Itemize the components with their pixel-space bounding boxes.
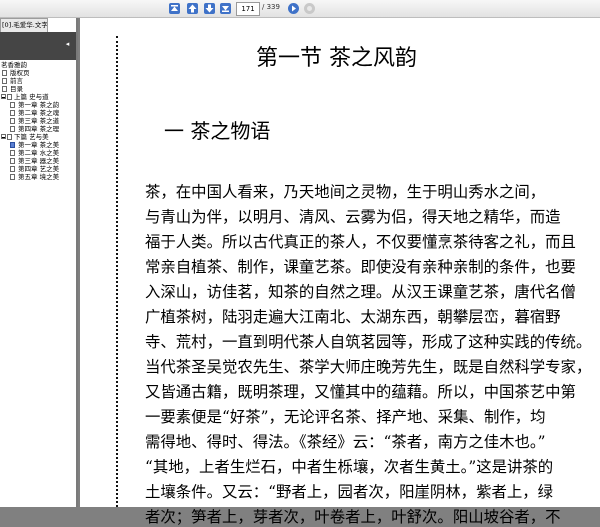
page-icon	[10, 110, 15, 116]
tree-item[interactable]: 第一章 茶之韵	[0, 101, 76, 109]
tree-item-label: 上篇 史与道	[14, 93, 49, 101]
page-icon	[7, 134, 12, 140]
body-line: 广植茶树，陆羽走遍大江南北、太湖东西，朝攀层峦，暮宿野	[145, 308, 561, 326]
collapse-toggle-icon[interactable]	[1, 134, 6, 139]
tree-item-selected[interactable]: 第一章 茶之美	[0, 141, 76, 149]
tree-item[interactable]: 第二章 茶之魂	[0, 109, 76, 117]
tree-item[interactable]: 第五章 境之美	[0, 173, 76, 181]
tree-item-label: 第一章 茶之韵	[18, 101, 60, 109]
page-number-input[interactable]: 171	[236, 2, 260, 16]
tree-item[interactable]: 上篇 史与道	[0, 93, 76, 101]
tree-item-label: 第一章 茶之美	[18, 141, 60, 149]
tree-item-label: 第四章 茶之理	[18, 125, 60, 133]
tree-item-label: 第三章 茶之道	[18, 117, 60, 125]
body-line: 者次；笋者上，芽者次，叶卷者上，叶舒次。阳山坡谷者，不	[145, 508, 561, 526]
page-icon	[10, 166, 15, 172]
panel-header: ◂	[0, 32, 76, 60]
bookmark-tree: 茗香雅韵 版权页 前言 目录 上篇 史与道 第一章 茶之韵 第二章 茶之魂 第三…	[0, 61, 76, 181]
tree-item-label: 第二章 水之美	[18, 149, 60, 157]
tree-item[interactable]: 第四章 茶之理	[0, 125, 76, 133]
body-line: 与青山为伴，以明月、清风、云雾为侣，得天地之精华，而造	[145, 208, 561, 226]
tree-item-label: 版权页	[10, 69, 30, 77]
body-line: 常亲自植茶、制作，课童艺茶。即使没有亲种亲制的条件，也要	[145, 258, 576, 276]
collapse-toggle-icon[interactable]	[1, 94, 6, 99]
first-page-icon[interactable]	[168, 2, 181, 15]
page-icon	[10, 102, 15, 108]
tree-item[interactable]: 第三章 茶之道	[0, 117, 76, 125]
stop-icon[interactable]	[303, 2, 316, 15]
page-margin-dots	[116, 36, 118, 507]
next-page-icon[interactable]	[203, 2, 216, 15]
body-line: 入深山，访佳茗，知茶的自然之理。从汉王课童艺茶，唐代名僧	[145, 283, 576, 301]
page-total-label: / 339	[262, 3, 280, 11]
body-line: 福于人类。所以古代真正的茶人，不仅要懂烹茶待客之礼，而且	[145, 233, 576, 251]
subsection-title: 一 茶之物语	[164, 119, 271, 143]
document-viewport[interactable]: 第一节 茶之风韵 一 茶之物语 茶，在中国人看来，乃天地间之灵物，生于明山秀水之…	[78, 18, 600, 526]
page-icon	[10, 150, 15, 156]
page-icon	[10, 142, 15, 148]
body-line: 土壤条件。又云：“野者上，园者次，阳崖阴林，紫者上，绿	[145, 483, 554, 501]
tree-item[interactable]: 版权页	[0, 69, 76, 77]
body-line: 又皆通古籍，既明茶理，又懂其中的蕴藉。所以，中国茶艺中第	[145, 383, 576, 401]
tree-item[interactable]: 第二章 水之美	[0, 149, 76, 157]
tree-item[interactable]: 第四章 艺之美	[0, 165, 76, 173]
page-icon	[10, 174, 15, 180]
tree-item-label: 第五章 境之美	[18, 173, 60, 181]
tree-item-label: 第四章 艺之美	[18, 165, 60, 173]
body-line: 当代茶圣吴觉农先生、茶学大师庄晚芳先生，既是自然科学专家，	[145, 358, 592, 376]
body-line: 需得地、得时、得法。《茶经》云：“茶者，南方之佳木也。”	[145, 433, 546, 451]
prev-page-icon[interactable]	[186, 2, 199, 15]
body-line: “其地，上者生烂石，中者生栎壤，次者生黄土。”这是讲茶的	[145, 458, 554, 476]
page-icon	[10, 126, 15, 132]
last-page-icon[interactable]	[219, 2, 232, 15]
page-icon	[10, 158, 15, 164]
bookmark-panel: [0].毛爱华.文字版 ◂ 茗香雅韵 版权页 前言 目录 上篇 史与道 第一章 …	[0, 18, 78, 507]
page-icon	[2, 78, 7, 84]
tree-item[interactable]: 第三章 器之美	[0, 157, 76, 165]
go-icon[interactable]	[287, 2, 300, 15]
collapse-panel-icon[interactable]: ◂	[63, 40, 72, 49]
page-icon	[2, 70, 7, 76]
tree-item[interactable]: 下篇 艺与美	[0, 133, 76, 141]
tree-item-label: 茗香雅韵	[1, 61, 27, 69]
tree-item-root[interactable]: 茗香雅韵	[0, 61, 76, 69]
tree-item-label: 第三章 器之美	[18, 157, 60, 165]
tree-item-label: 目录	[10, 85, 23, 93]
tree-item-label: 下篇 艺与美	[14, 133, 49, 141]
page-icon	[2, 86, 7, 92]
body-line: 寺、荒村，一直到明代茶人自筑茗园等，形成了这种实践的传统。	[145, 333, 592, 351]
top-toolbar: 171 / 339	[0, 0, 600, 18]
section-title: 第一节 茶之风韵	[256, 46, 417, 71]
body-line: 茶，在中国人看来，乃天地间之灵物，生于明山秀水之间，	[145, 183, 546, 201]
tree-item-label: 第二章 茶之魂	[18, 109, 60, 117]
page-icon	[7, 94, 12, 100]
document-page: 第一节 茶之风韵 一 茶之物语 茶，在中国人看来，乃天地间之灵物，生于明山秀水之…	[80, 18, 600, 526]
tree-item-label: 前言	[10, 77, 23, 85]
tree-item[interactable]: 目录	[0, 85, 76, 93]
document-tab[interactable]: [0].毛爱华.文字版	[0, 18, 48, 32]
tree-item[interactable]: 前言	[0, 77, 76, 85]
page-icon	[10, 118, 15, 124]
body-line: 一要素便是“好茶”，无论评名茶、择产地、采集、制作，均	[145, 408, 546, 426]
